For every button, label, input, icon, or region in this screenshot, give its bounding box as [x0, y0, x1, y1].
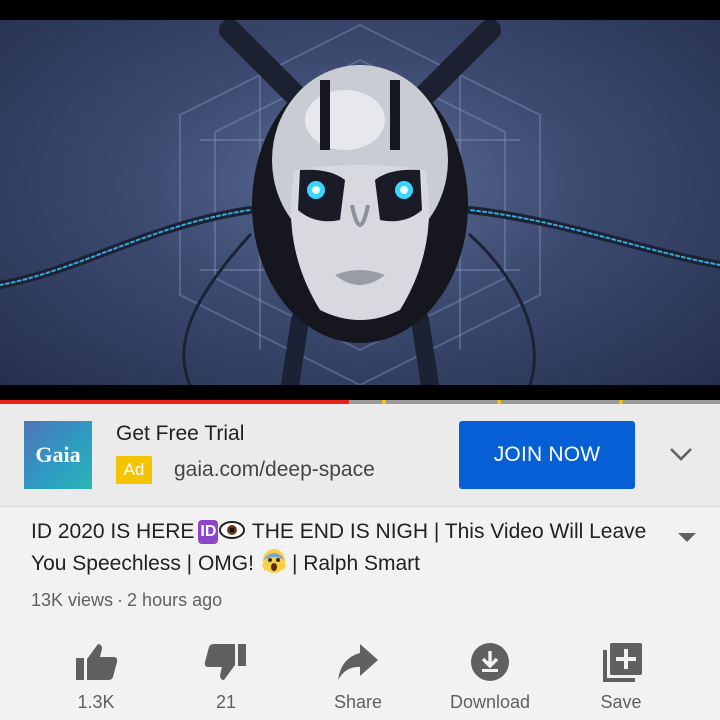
like-button[interactable]: 1.3K — [41, 632, 151, 716]
screaming-face-emoji-icon — [261, 549, 286, 573]
chevron-down-icon[interactable] — [666, 442, 696, 466]
download-icon — [471, 643, 509, 681]
title-part-1: ID 2020 IS HERE — [31, 520, 195, 543]
dislike-count: 21 — [215, 692, 237, 712]
upload-time: 2 hours ago — [127, 590, 223, 610]
download-button[interactable]: Download — [435, 632, 545, 716]
advertiser-logo[interactable]: Gaia — [24, 421, 92, 489]
ad-badge: Ad — [116, 456, 152, 484]
thumbs-down-icon — [204, 644, 246, 680]
meta-separator: · — [117, 590, 124, 610]
video-meta: 13K views · 2 hours ago — [31, 590, 222, 611]
title-part-3: | Ralph Smart — [291, 552, 420, 575]
video-title[interactable]: ID 2020 IS HERE ID THE END IS NIGH | This… — [31, 516, 651, 580]
id-emoji: ID — [198, 520, 219, 544]
ad-url[interactable]: gaia.com/deep-space — [174, 458, 375, 482]
like-count: 1.3K — [77, 692, 115, 712]
share-label: Share — [333, 692, 383, 712]
video-frame-robot — [0, 20, 720, 385]
dislike-button[interactable]: 21 — [171, 632, 281, 716]
eye-emoji-icon — [219, 521, 246, 539]
save-label: Save — [600, 692, 642, 712]
download-label: Download — [449, 692, 531, 712]
save-playlist-icon — [603, 643, 642, 682]
view-count: 13K views — [31, 590, 114, 610]
thumbs-up-icon — [76, 644, 118, 680]
join-now-button[interactable]: JOIN NOW — [459, 421, 635, 489]
player-bottom-bar — [0, 385, 720, 401]
ad-banner[interactable]: Gaia Get Free Trial Ad gaia.com/deep-spa… — [0, 404, 720, 507]
share-button[interactable]: Share — [303, 632, 413, 716]
caret-down-icon[interactable] — [676, 530, 698, 544]
share-icon — [338, 644, 378, 680]
video-player[interactable] — [0, 20, 720, 385]
save-button[interactable]: Save — [566, 632, 676, 716]
ad-title[interactable]: Get Free Trial — [116, 422, 244, 446]
status-bar — [0, 0, 720, 20]
